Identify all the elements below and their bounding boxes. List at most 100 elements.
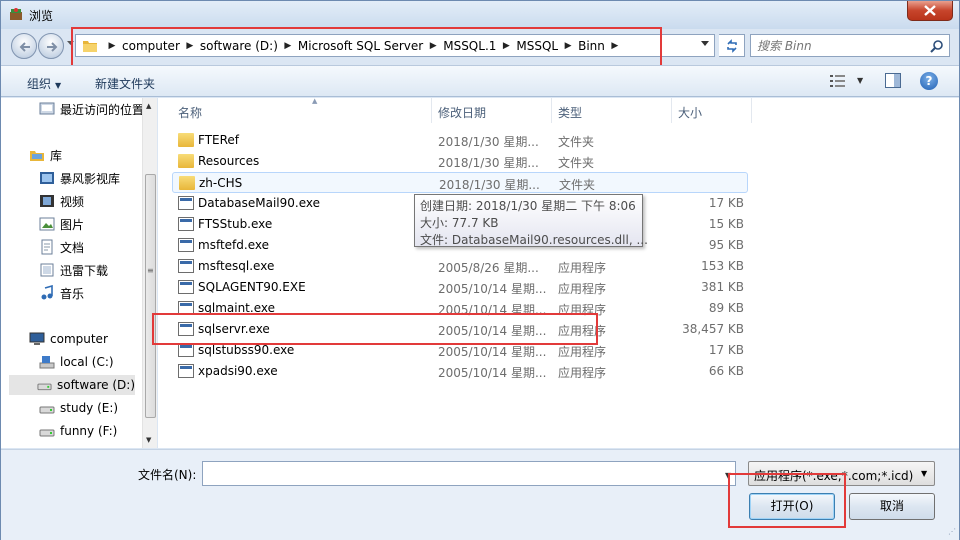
grip-icon: ≡ <box>147 266 154 275</box>
nav-lib-videos[interactable]: 视频 <box>39 191 84 211</box>
caret-down-icon: ▼ <box>55 81 62 90</box>
view-options-icon[interactable] <box>830 74 846 88</box>
nav-drive-label: study (E:) <box>60 401 119 415</box>
nav-lib-label: 图片 <box>60 217 85 232</box>
file-size: 17 KB <box>708 343 744 357</box>
scroll-up-icon[interactable]: ▲ <box>146 102 151 110</box>
column-header-name[interactable]: 名称 ▲ <box>172 97 432 123</box>
window-title: 浏览 <box>29 9 54 23</box>
nav-lib-pictures[interactable]: 图片 <box>39 214 84 234</box>
column-name-label: 名称 <box>178 106 203 120</box>
file-name: DatabaseMail90.exe <box>198 196 321 210</box>
search-box[interactable] <box>750 34 950 57</box>
column-header-date[interactable]: 修改日期 <box>432 98 552 123</box>
file-type: 应用程序 <box>558 345 607 359</box>
file-name: zh-CHS <box>199 176 243 190</box>
executable-icon <box>178 259 194 273</box>
help-icon: ? <box>925 74 933 88</box>
executable-icon <box>178 280 194 294</box>
folder-icon <box>178 133 194 147</box>
file-name: FTSStub.exe <box>198 217 273 231</box>
nav-lib-documents[interactable]: 文档 <box>39 237 84 257</box>
view-dropdown-icon[interactable]: ▼ <box>857 76 863 85</box>
file-row[interactable]: xpadsi90.exe 2005/10/14 星期... 应用程序 66 KB <box>172 361 748 382</box>
folder-icon <box>179 176 195 190</box>
downloads-icon <box>40 263 54 277</box>
forward-button[interactable] <box>38 33 64 59</box>
nav-libraries[interactable]: 库 <box>29 145 62 165</box>
nav-libraries-label: 库 <box>50 148 63 163</box>
drive-icon <box>39 406 55 414</box>
file-name: SQLAGENT90.EXE <box>198 280 306 294</box>
nav-lib-thunder[interactable]: 迅雷下载 <box>39 260 108 280</box>
file-list: 名称 ▲ 修改日期 类型 大小 FTERef 2018/1/30 星期... 文件夹… <box>158 97 959 448</box>
nav-recent-places[interactable]: 最近访问的位置 <box>39 99 144 119</box>
file-row[interactable]: SQLAGENT90.EXE 2005/10/14 星期... 应用程序 381 KB <box>172 277 748 298</box>
new-folder-button[interactable]: 新建文件夹 <box>95 75 155 92</box>
file-name: Resources <box>198 154 260 168</box>
preview-pane-icon[interactable] <box>885 73 901 88</box>
search-icon[interactable] <box>930 39 944 53</box>
close-button[interactable] <box>907 1 953 21</box>
file-row[interactable]: Resources 2018/1/30 星期... 文件夹 <box>172 151 748 172</box>
tooltip-created: 创建日期: 2018/1/30 星期二 下午 8:06 <box>420 199 636 213</box>
title-bar: 浏览 <box>1 1 959 29</box>
nav-scrollbar[interactable]: ▲ ≡ ▼ <box>142 98 157 448</box>
file-row[interactable]: FTERef 2018/1/30 星期... 文件夹 <box>172 130 748 151</box>
nav-lib-label: 视频 <box>60 194 85 209</box>
search-input[interactable] <box>757 38 927 54</box>
refresh-button[interactable] <box>719 34 745 57</box>
column-header-size[interactable]: 大小 <box>672 98 752 123</box>
executable-icon <box>178 364 194 378</box>
nav-computer[interactable]: computer <box>29 329 108 349</box>
cancel-button[interactable]: 取消 <box>849 493 935 520</box>
documents-icon <box>41 239 53 255</box>
help-button[interactable]: ? <box>920 72 938 90</box>
nav-drive-label: local (C:) <box>60 355 114 369</box>
file-name: xpadsi90.exe <box>198 364 278 378</box>
back-button[interactable] <box>11 33 37 59</box>
file-date: 2018/1/30 星期... <box>439 178 540 192</box>
filename-input[interactable] <box>203 462 703 484</box>
recent-places-icon <box>39 102 55 115</box>
column-header-type[interactable]: 类型 <box>552 98 672 123</box>
scroll-down-icon[interactable]: ▼ <box>146 436 151 444</box>
resize-grip-icon[interactable]: ⋰ <box>948 527 956 536</box>
file-size: 381 KB <box>701 280 744 294</box>
nav-drive-c[interactable]: local (C:) <box>39 352 114 372</box>
file-size: 89 KB <box>708 301 744 315</box>
close-icon <box>924 5 936 16</box>
file-date: 2018/1/30 星期... <box>438 156 539 170</box>
scroll-thumb[interactable] <box>145 174 156 418</box>
organize-label: 组织 <box>27 77 52 91</box>
executable-icon <box>178 196 194 210</box>
nav-lib-baofeng[interactable]: 暴风影视库 <box>39 168 120 188</box>
organize-button[interactable]: 组织 ▼ <box>27 75 61 92</box>
file-name: msftesql.exe <box>198 259 275 273</box>
file-row[interactable]: msftesql.exe 2005/8/26 星期... 应用程序 153 KB <box>172 256 748 277</box>
navigation-pane: 最近访问的位置 库 暴风影视库 视频 图片 文档 迅雷下载 音乐 compute… <box>1 98 157 448</box>
nav-lib-label: 暴风影视库 <box>60 171 121 186</box>
nav-drive-e[interactable]: study (E:) <box>39 398 118 418</box>
file-size: 15 KB <box>708 217 744 231</box>
nav-drive-f[interactable]: funny (F:) <box>39 421 117 441</box>
file-date: 2005/10/14 星期... <box>438 366 547 380</box>
executable-icon <box>178 217 194 231</box>
video-library-icon <box>40 172 54 184</box>
address-dropdown-icon[interactable] <box>701 41 709 46</box>
nav-lib-music[interactable]: 音乐 <box>39 283 84 303</box>
file-size: 66 KB <box>708 364 744 378</box>
file-name: msftefd.exe <box>198 238 269 252</box>
open-button-highlight-box <box>728 473 846 528</box>
command-bar: 组织 ▼ 新建文件夹 ▼ ? <box>1 65 959 97</box>
nav-drive-d[interactable]: software (D:) <box>9 375 135 395</box>
filename-field[interactable] <box>202 461 736 486</box>
file-size: 95 KB <box>708 238 744 252</box>
executable-icon <box>178 343 194 357</box>
file-row[interactable]: zh-CHS 2018/1/30 星期... 文件夹 <box>172 172 748 193</box>
videos-icon <box>40 195 54 207</box>
nav-computer-label: computer <box>50 332 108 346</box>
file-type: 文件夹 <box>559 178 596 192</box>
file-date: 2005/10/14 星期... <box>438 282 547 296</box>
forward-arrow-icon <box>47 42 58 52</box>
